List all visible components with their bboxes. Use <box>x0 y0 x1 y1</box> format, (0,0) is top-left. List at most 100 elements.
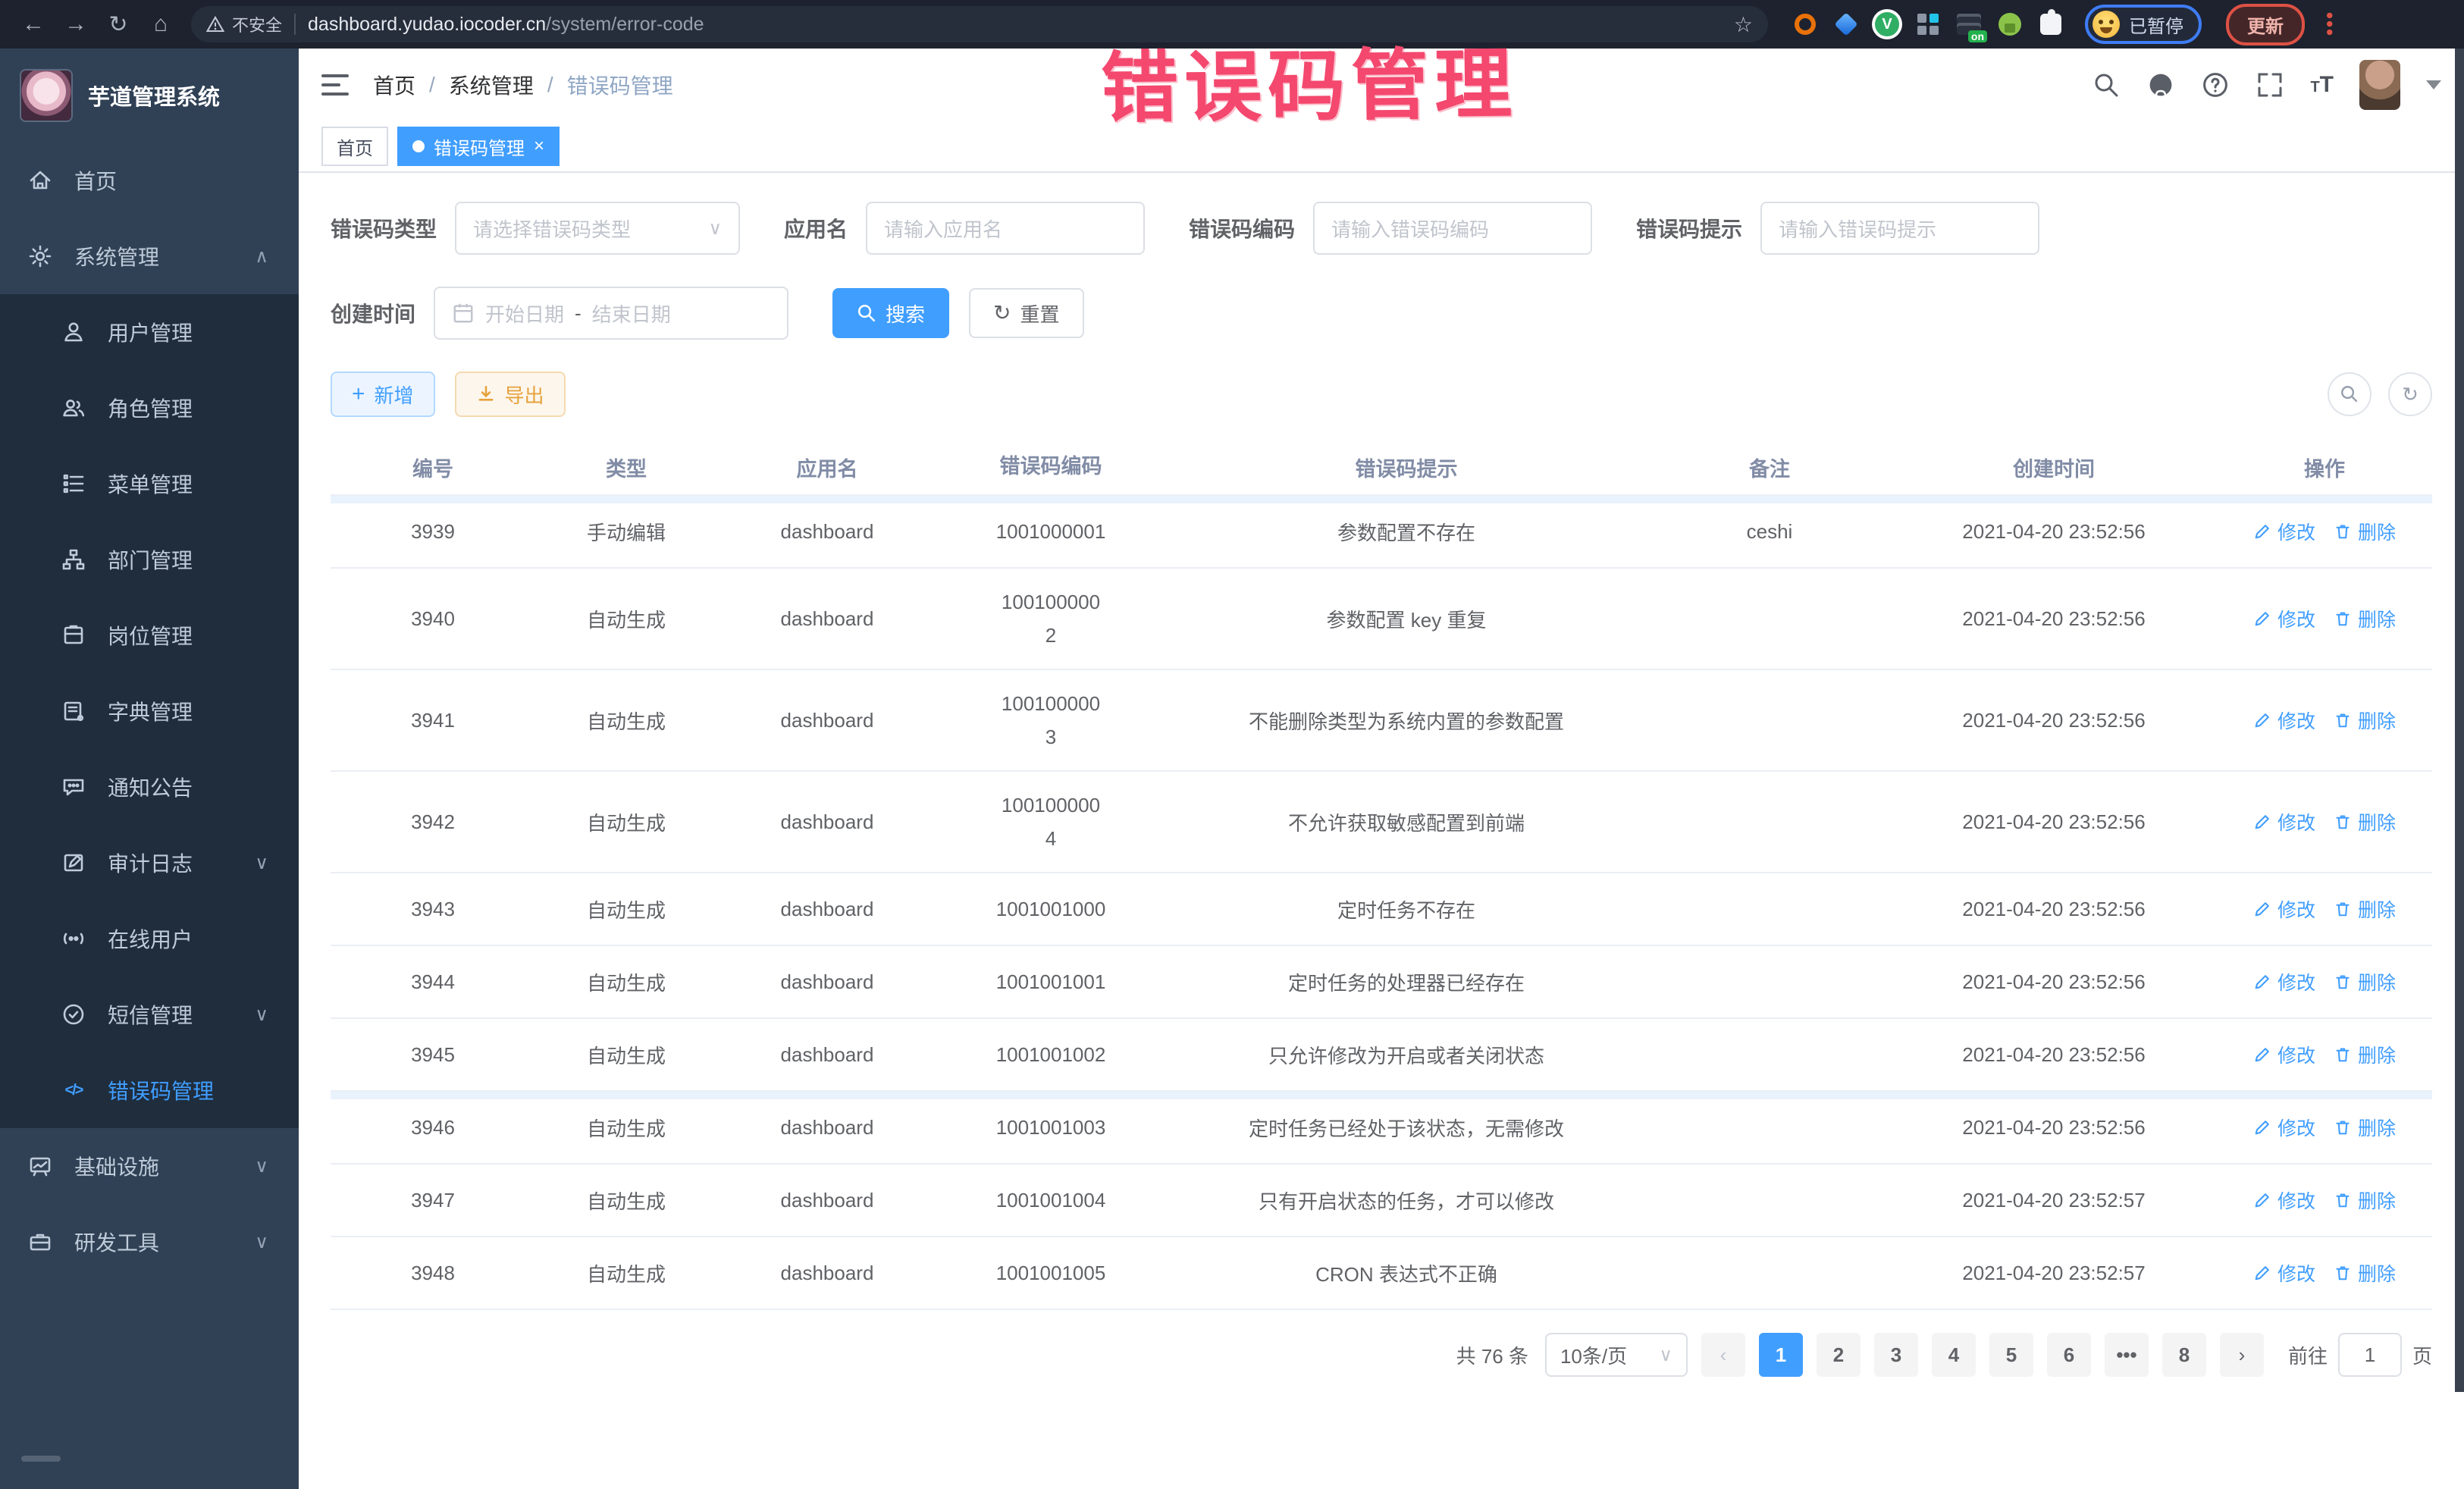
create-time-range-picker[interactable]: 开始日期 - 结束日期 <box>434 287 788 340</box>
sidebar-item[interactable]: 菜单管理 <box>0 446 299 522</box>
extension-grid-icon[interactable] <box>1915 11 1941 37</box>
scrollbar[interactable] <box>2455 49 2464 1392</box>
chevron-icon: ∨ <box>255 1004 268 1026</box>
home-icon[interactable]: ⌂ <box>143 6 179 42</box>
error-tip-input[interactable]: 请输入错误码提示 <box>1760 202 2039 255</box>
delete-link[interactable]: 删除 <box>2334 1041 2396 1068</box>
page-button[interactable]: ••• <box>2105 1333 2149 1377</box>
table-row: 3940 自动生成 dashboard 100100000 2 参数配置 key… <box>331 569 2432 670</box>
edit-link[interactable]: 修改 <box>2253 1259 2315 1287</box>
next-page-button[interactable]: › <box>2220 1333 2264 1377</box>
sidebar-item[interactable]: 部门管理 <box>0 522 299 597</box>
breadcrumb-home[interactable]: 首页 <box>373 70 415 100</box>
edit-link[interactable]: 修改 <box>2253 808 2315 835</box>
delete-link[interactable]: 删除 <box>2334 1114 2396 1141</box>
prev-page-button[interactable]: ‹ <box>1701 1333 1745 1377</box>
sidebar-item[interactable]: </> 错误码管理 <box>0 1052 299 1128</box>
export-button[interactable]: 导出 <box>455 371 566 417</box>
reset-button[interactable]: ↻ 重置 <box>969 288 1083 338</box>
sidebar-item[interactable]: 岗位管理 <box>0 597 299 673</box>
edit-link[interactable]: 修改 <box>2253 518 2315 545</box>
sidebar-item[interactable]: 基础设施 ∨ <box>0 1128 299 1204</box>
extension-orange-ring-icon[interactable] <box>1792 11 1818 37</box>
edit-link[interactable]: 修改 <box>2253 1114 2315 1141</box>
sidebar-collapse-handle[interactable] <box>0 1428 299 1489</box>
sidebar-item[interactable]: 研发工具 ∨ <box>0 1204 299 1280</box>
tag-close-icon[interactable]: × <box>534 137 544 155</box>
tag-item[interactable]: 首页 <box>321 127 388 166</box>
delete-link[interactable]: 删除 <box>2334 605 2396 632</box>
delete-link[interactable]: 删除 <box>2334 1186 2396 1214</box>
not-secure-warning[interactable]: 不安全 <box>206 12 282 36</box>
delete-link[interactable]: 删除 <box>2334 808 2396 835</box>
url-text[interactable]: dashboard.yudao.iocoder.cn/system/error-… <box>308 14 1722 36</box>
page-button[interactable]: 1 <box>1759 1333 1803 1377</box>
sidebar-item[interactable]: 系统管理 ∧ <box>0 218 299 294</box>
extension-on-badge-icon[interactable]: on <box>1956 11 1982 37</box>
user-avatar[interactable] <box>2359 60 2400 110</box>
extension-puzzle-icon[interactable] <box>2038 11 2064 37</box>
font-size-icon[interactable]: TT <box>2310 72 2334 98</box>
goto-page-input[interactable]: 1 <box>2338 1333 2402 1377</box>
sidebar-item[interactable]: 用户管理 <box>0 294 299 370</box>
cell-type: 自动生成 <box>535 968 717 996</box>
sidebar-item[interactable]: 字典管理 <box>0 673 299 749</box>
show-search-toggle-button[interactable] <box>2328 372 2372 416</box>
hamburger-icon[interactable] <box>321 74 349 96</box>
bookmark-star-icon[interactable]: ☆ <box>1734 12 1753 37</box>
edit-link[interactable]: 修改 <box>2253 1041 2315 1068</box>
delete-link[interactable]: 删除 <box>2334 707 2396 734</box>
edit-link[interactable]: 修改 <box>2253 895 2315 923</box>
edit-link[interactable]: 修改 <box>2253 605 2315 632</box>
edit-link[interactable]: 修改 <box>2253 1186 2315 1214</box>
sidebar-item[interactable]: 首页 <box>0 143 299 218</box>
page-button[interactable]: 6 <box>2047 1333 2091 1377</box>
reload-icon[interactable]: ↻ <box>100 6 136 42</box>
address-bar[interactable]: 不安全 dashboard.yudao.iocoder.cn/system/er… <box>191 6 1768 42</box>
delete-link[interactable]: 删除 <box>2334 1259 2396 1287</box>
browser-update-button[interactable]: 更新 <box>2226 4 2305 45</box>
sidebar-logo[interactable]: 芋道管理系统 <box>0 49 299 143</box>
edit-link[interactable]: 修改 <box>2253 707 2315 734</box>
edit-link[interactable]: 修改 <box>2253 968 2315 995</box>
page-button[interactable]: 3 <box>1874 1333 1918 1377</box>
search-icon[interactable] <box>2092 71 2121 99</box>
extension-green-circle-icon[interactable]: V <box>1874 11 1900 37</box>
error-type-select[interactable]: 请选择错误码类型 ∨ <box>455 202 740 255</box>
delete-link[interactable]: 删除 <box>2334 895 2396 923</box>
code-icon: </> <box>61 1077 86 1103</box>
calendar-icon <box>452 302 475 324</box>
browser-menu-icon[interactable]: ••• <box>2318 11 2341 36</box>
app-name-input[interactable]: 请输入应用名 <box>866 202 1145 255</box>
breadcrumb-system[interactable]: 系统管理 <box>449 70 534 100</box>
tag-item[interactable]: 错误码管理 × <box>397 127 560 166</box>
avatar-caret-icon[interactable] <box>2426 80 2441 89</box>
chevron-icon: ∨ <box>255 1231 268 1253</box>
page-button[interactable]: 2 <box>1817 1333 1861 1377</box>
refresh-table-button[interactable]: ↻ <box>2388 372 2432 416</box>
page-size-select[interactable]: 10条/页 ∨ <box>1545 1333 1688 1377</box>
cell-tip: 定时任务的处理器已经存在 <box>1165 968 1648 996</box>
back-icon[interactable]: ← <box>15 6 52 42</box>
add-button[interactable]: + 新增 <box>331 371 435 417</box>
page-button[interactable]: 5 <box>1989 1333 2033 1377</box>
forward-icon[interactable]: → <box>58 6 94 42</box>
sidebar-item[interactable]: 审计日志 ∨ <box>0 825 299 901</box>
cell-type: 自动生成 <box>535 1114 717 1142</box>
fullscreen-icon[interactable] <box>2256 71 2284 99</box>
sidebar-item[interactable]: 在线用户 <box>0 901 299 976</box>
sidebar-item[interactable]: 角色管理 <box>0 370 299 446</box>
page-button[interactable]: 8 <box>2162 1333 2206 1377</box>
search-button[interactable]: 搜索 <box>832 288 949 338</box>
delete-link[interactable]: 删除 <box>2334 518 2396 545</box>
extension-blue-gem-icon[interactable] <box>1833 11 1859 37</box>
error-code-input[interactable]: 请输入错误码编码 <box>1313 202 1592 255</box>
paused-badge[interactable]: 已暂停 <box>2085 5 2202 44</box>
sidebar-item[interactable]: 短信管理 ∨ <box>0 976 299 1052</box>
page-button[interactable]: 4 <box>1932 1333 1976 1377</box>
github-icon[interactable] <box>2146 71 2175 99</box>
sidebar-item[interactable]: 通知公告 <box>0 749 299 825</box>
extension-key-icon[interactable] <box>1997 11 2023 37</box>
help-icon[interactable] <box>2201 71 2230 99</box>
delete-link[interactable]: 删除 <box>2334 968 2396 995</box>
